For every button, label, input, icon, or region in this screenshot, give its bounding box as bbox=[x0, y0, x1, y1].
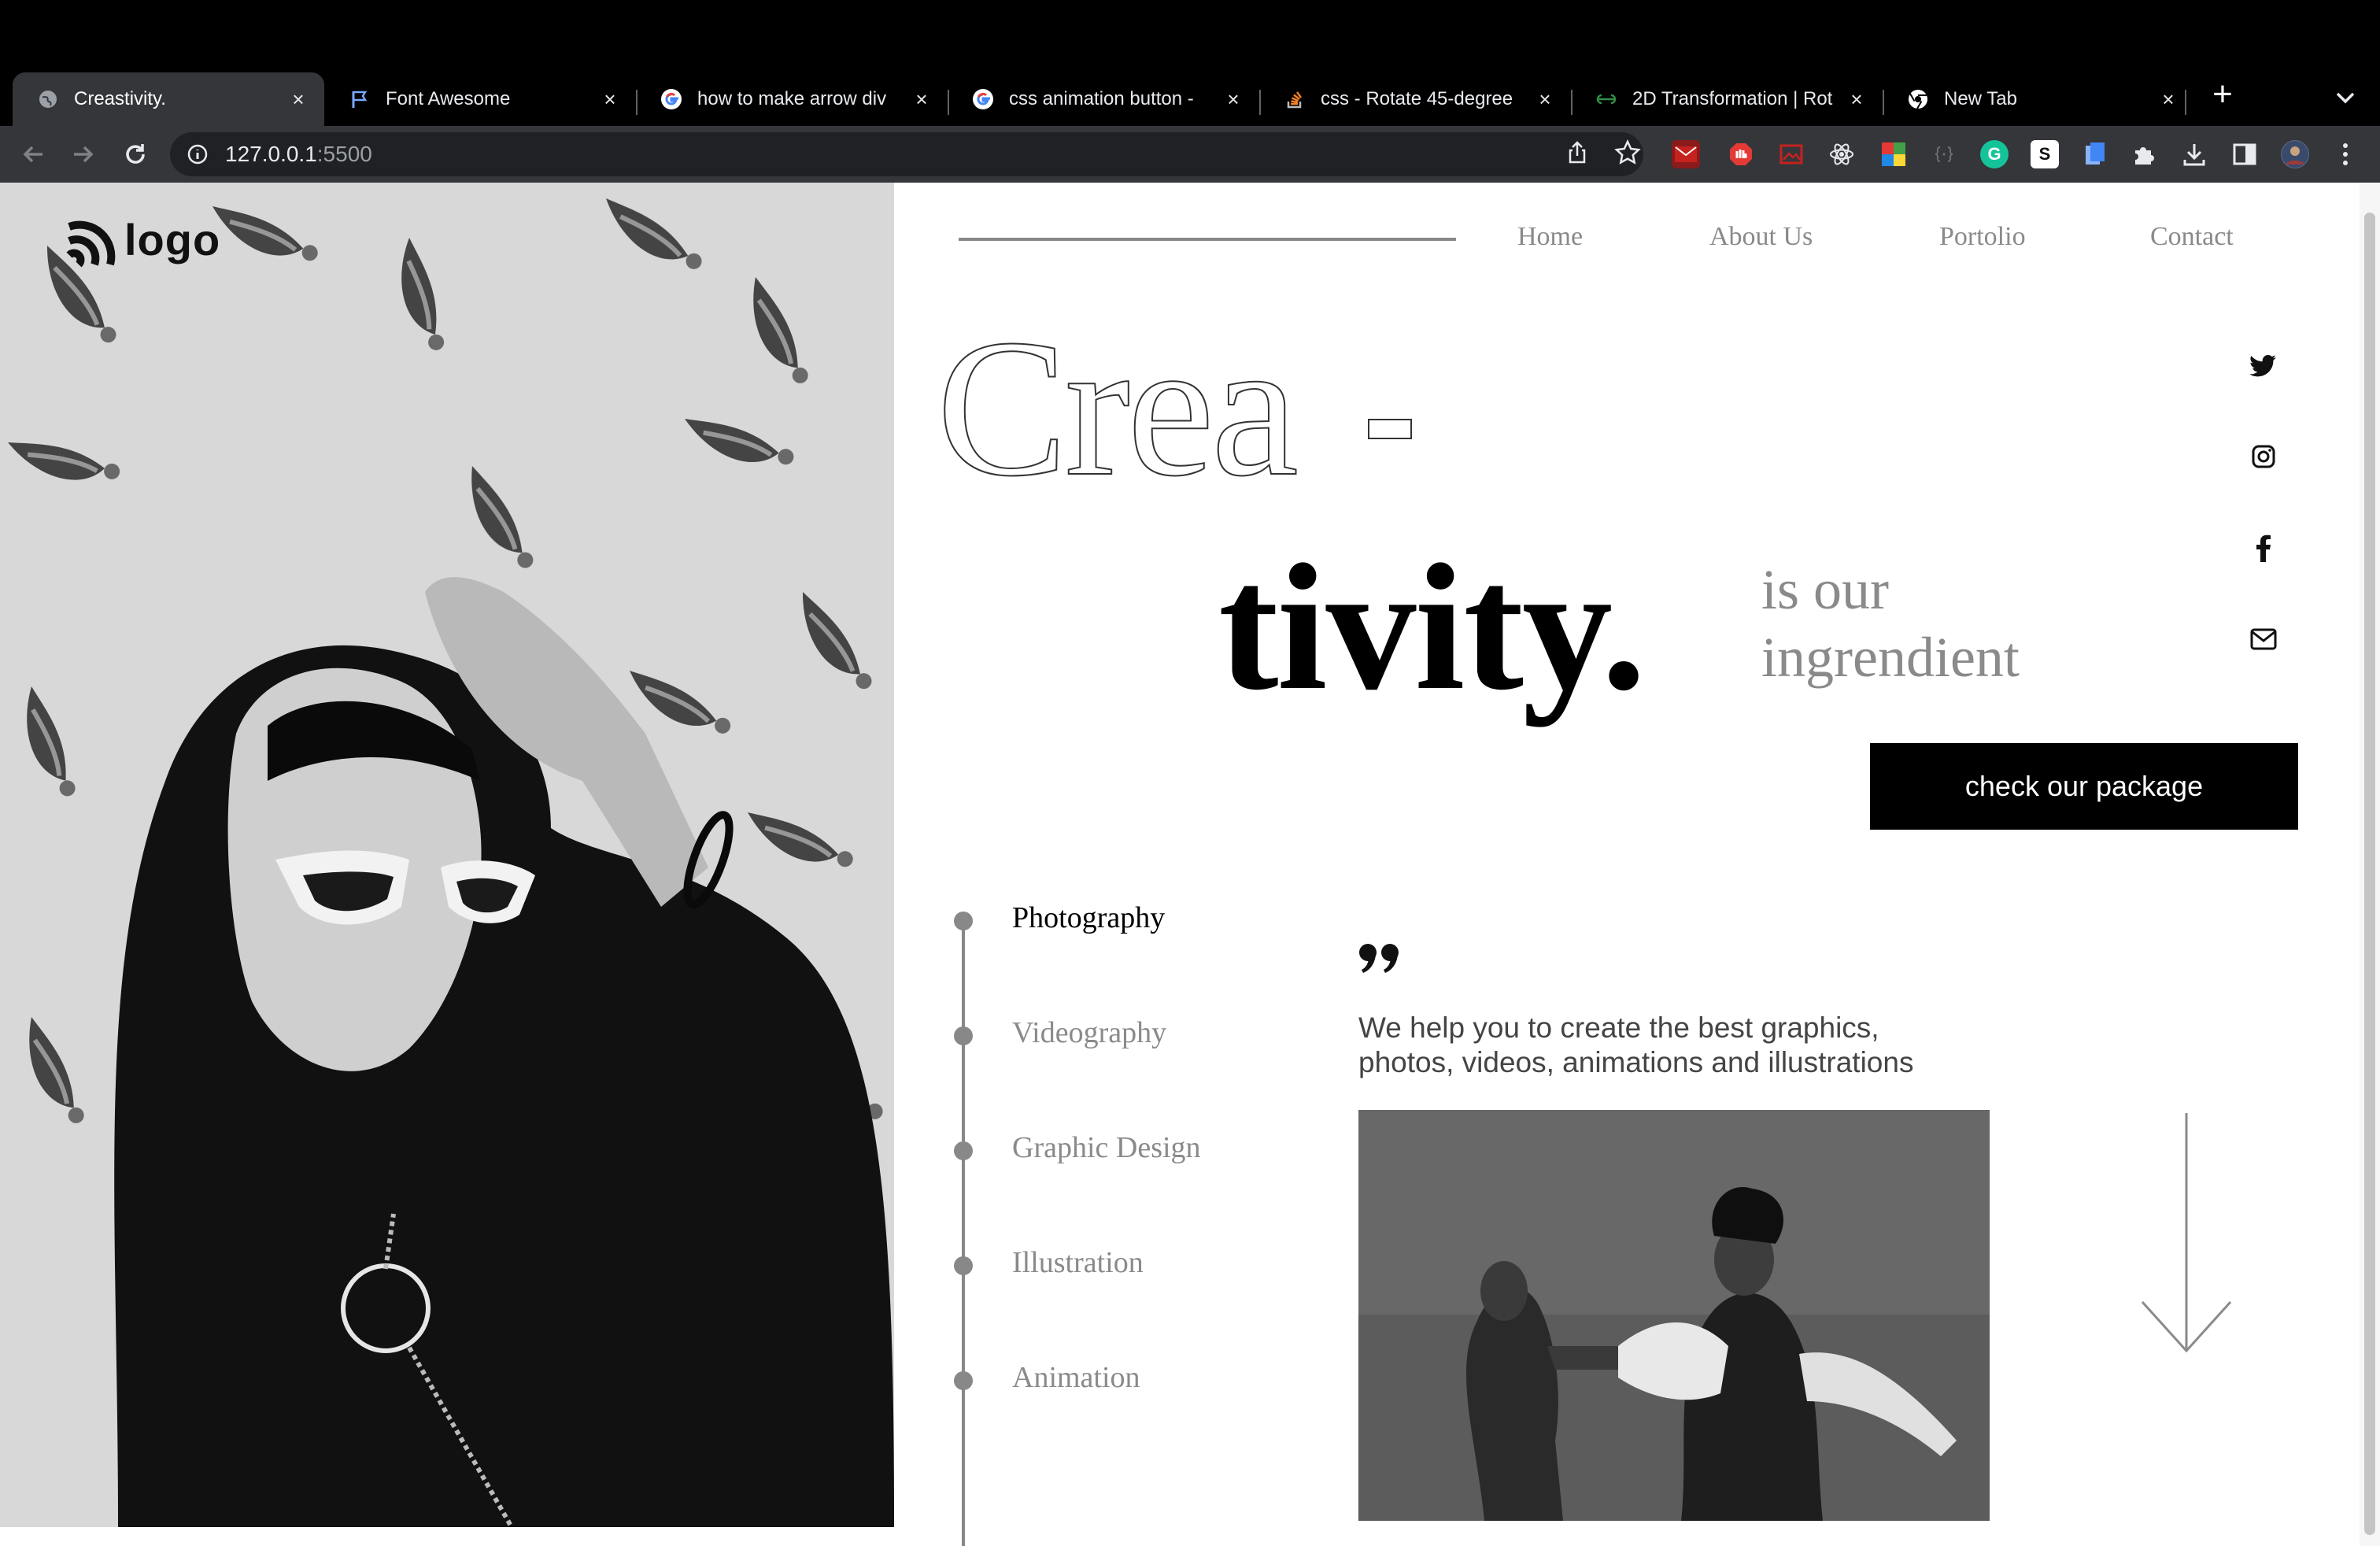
nav-about-us-link[interactable]: About Us bbox=[1709, 222, 1813, 252]
mail-extension-icon[interactable] bbox=[1672, 140, 1700, 168]
arrow-down-icon[interactable] bbox=[2139, 1110, 2234, 1366]
dancers-photo bbox=[1358, 1110, 1990, 1521]
grammarly-icon[interactable]: G bbox=[1980, 140, 2009, 168]
tab-title: New Tab bbox=[1944, 88, 2017, 109]
tab-font-awesome[interactable]: Font Awesome × bbox=[324, 72, 636, 126]
document-extension-icon[interactable] bbox=[2081, 140, 2109, 168]
forward-arrow-icon[interactable] bbox=[65, 135, 102, 173]
tab-rotate-45[interactable]: css - Rotate 45-degree × bbox=[1259, 72, 1571, 126]
logo-arcs-icon bbox=[66, 220, 116, 268]
instagram-icon[interactable] bbox=[2248, 441, 2279, 472]
description-line-2: photos, videos, animations and illustrat… bbox=[1358, 1046, 1914, 1078]
close-icon[interactable]: × bbox=[286, 87, 310, 111]
nav-contact-link[interactable]: Contact bbox=[2150, 222, 2234, 252]
url-port: :5500 bbox=[316, 142, 372, 166]
google-icon bbox=[971, 87, 995, 111]
stackoverflow-icon bbox=[1283, 87, 1306, 111]
more-vertical-icon[interactable] bbox=[2331, 140, 2360, 168]
json-viewer-icon[interactable] bbox=[1930, 140, 1958, 168]
browser-toolbar: 127.0.0.1:5500 7779 2 G S bbox=[0, 126, 2380, 299]
close-icon[interactable]: × bbox=[598, 87, 622, 111]
tab-2d-transformation[interactable]: 2D Transformation | Rot × bbox=[1571, 72, 1883, 126]
service-dot bbox=[954, 1026, 973, 1045]
tagline-line-1: is our bbox=[1761, 558, 1889, 621]
hero-portrait-image: logo bbox=[0, 183, 894, 1527]
service-graphic-design[interactable]: Graphic Design bbox=[1012, 1130, 1201, 1165]
reload-icon[interactable] bbox=[116, 135, 154, 173]
service-dot bbox=[954, 1141, 973, 1160]
nav-home-link[interactable]: Home bbox=[1517, 222, 1583, 252]
service-dot bbox=[954, 1256, 973, 1275]
tab-separator bbox=[2185, 90, 2186, 115]
chevron-down-icon[interactable] bbox=[2330, 82, 2361, 113]
services-timeline-line bbox=[962, 916, 965, 1546]
nav-divider-line bbox=[959, 238, 1456, 241]
adblock-icon[interactable] bbox=[1727, 140, 1755, 168]
logo-text: logo bbox=[124, 214, 221, 264]
check-package-button[interactable]: check our package bbox=[1870, 743, 2298, 830]
service-videography[interactable]: Videography bbox=[1012, 1015, 1166, 1050]
flag-icon bbox=[348, 87, 371, 111]
service-dot bbox=[954, 912, 973, 930]
tab-arrow-div[interactable]: how to make arrow div × bbox=[636, 72, 948, 126]
tab-css-animation-button[interactable]: css animation button - × bbox=[948, 72, 1259, 126]
info-icon[interactable] bbox=[186, 142, 209, 166]
tab-strip: Creastivity. × Font Awesome × how to mak… bbox=[0, 66, 2380, 126]
headline-dash bbox=[1368, 419, 1412, 439]
tab-title: css - Rotate 45-degree bbox=[1321, 88, 1513, 109]
tab-title: 2D Transformation | Rot bbox=[1632, 88, 1833, 109]
globe-icon bbox=[36, 87, 60, 111]
close-icon[interactable]: × bbox=[910, 87, 933, 111]
react-devtools-icon[interactable] bbox=[1828, 140, 1856, 168]
service-dot bbox=[954, 1371, 973, 1390]
service-animation[interactable]: Animation bbox=[1012, 1360, 1140, 1395]
grammarly-letter: G bbox=[1987, 144, 2001, 164]
colorzilla-icon[interactable] bbox=[1879, 140, 1908, 168]
url-host: 127.0.0.1 bbox=[225, 142, 317, 166]
close-icon[interactable]: × bbox=[2156, 87, 2180, 111]
chrome-icon bbox=[1906, 87, 1930, 111]
facebook-icon[interactable] bbox=[2248, 532, 2279, 564]
tab-title: how to make arrow div bbox=[697, 88, 887, 109]
address-bar[interactable]: 127.0.0.1:5500 bbox=[170, 132, 1643, 176]
download-icon[interactable] bbox=[2180, 140, 2208, 168]
headline-bold-text: tivity. bbox=[1218, 527, 1646, 727]
google-icon bbox=[660, 87, 683, 111]
tab-new-tab[interactable]: New Tab × bbox=[1883, 72, 2194, 126]
description-line-1: We help you to create the best graphics, bbox=[1358, 1012, 1879, 1044]
scribd-icon[interactable]: S bbox=[2031, 140, 2059, 168]
tagline-line-2: ingrendient bbox=[1761, 626, 2020, 689]
services-description: We help you to create the best graphics,… bbox=[1358, 1011, 1957, 1080]
twitter-icon[interactable] bbox=[2248, 351, 2279, 383]
page-viewport: logo Home About Us Portolio Contact Crea… bbox=[0, 183, 2380, 1546]
puzzle-icon[interactable] bbox=[2130, 140, 2158, 168]
share-icon[interactable] bbox=[1560, 135, 1595, 170]
side-panel-icon[interactable] bbox=[2230, 140, 2259, 168]
window-titlebar bbox=[0, 0, 2380, 66]
nav-portfolio-link[interactable]: Portolio bbox=[1939, 222, 2026, 252]
service-illustration[interactable]: Illustration bbox=[1012, 1245, 1144, 1280]
close-icon[interactable]: × bbox=[1221, 87, 1245, 111]
tab-creastivity[interactable]: Creastivity. × bbox=[13, 72, 324, 126]
close-icon[interactable]: × bbox=[1533, 87, 1557, 111]
tab-title: Font Awesome bbox=[386, 88, 511, 109]
tab-title: css animation button - bbox=[1009, 88, 1194, 109]
close-icon[interactable]: × bbox=[1845, 87, 1868, 111]
scribd-letter: S bbox=[2038, 144, 2051, 164]
back-arrow-icon[interactable] bbox=[14, 135, 52, 173]
new-tab-button[interactable]: + bbox=[2204, 77, 2241, 115]
avatar[interactable] bbox=[2281, 140, 2309, 168]
image-extension-icon[interactable] bbox=[1777, 140, 1805, 168]
site-logo[interactable]: logo bbox=[63, 211, 220, 268]
envelope-icon[interactable] bbox=[2248, 623, 2279, 655]
geeksforgeeks-icon bbox=[1595, 87, 1618, 111]
headline-outline-text: Crea bbox=[936, 299, 1299, 517]
url-text: 127.0.0.1:5500 bbox=[225, 142, 372, 167]
star-icon[interactable] bbox=[1610, 135, 1645, 170]
page-scrollbar-thumb[interactable] bbox=[2364, 213, 2375, 1535]
headline-tagline: is our ingrendient bbox=[1761, 556, 2020, 691]
tab-title: Creastivity. bbox=[74, 88, 166, 109]
service-photography[interactable]: Photography bbox=[1012, 901, 1165, 935]
quote-icon bbox=[1358, 943, 1402, 978]
